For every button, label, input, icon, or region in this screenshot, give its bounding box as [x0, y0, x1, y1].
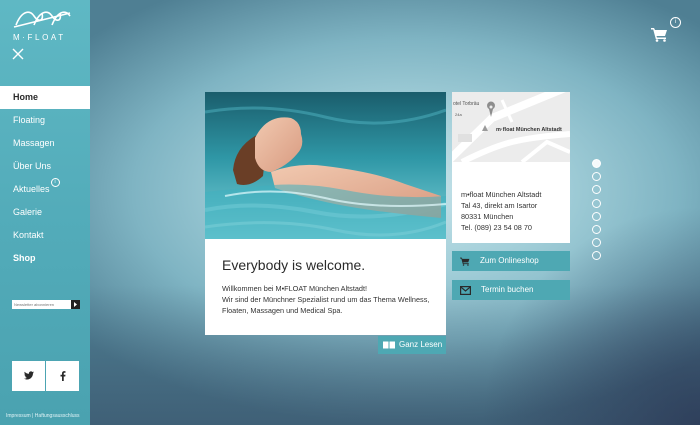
- footer-links[interactable]: Impressum | Haftungsausschluss: [6, 413, 80, 419]
- slider-dot[interactable]: [592, 224, 601, 234]
- slider-dot[interactable]: [592, 185, 601, 195]
- nav-item-kontakt[interactable]: Kontakt: [0, 224, 90, 247]
- welcome-title: Everybody is welcome.: [222, 257, 366, 273]
- nav-item-shop[interactable]: Shop: [0, 247, 90, 270]
- cart-icon: [460, 257, 470, 266]
- newsletter-submit-button[interactable]: [71, 300, 80, 309]
- facebook-button[interactable]: [46, 361, 79, 391]
- location-street: Tal 43, direkt am Isartor: [461, 201, 538, 210]
- map-pin-label: m·float München Altstadt: [496, 127, 562, 133]
- welcome-line-2: Wir sind der Münchner Spezialist rund um…: [222, 295, 430, 315]
- location-card: otel Torbräu 24a m·float München Altstad…: [452, 92, 570, 243]
- arrow-right-icon: [74, 302, 77, 307]
- nav-item-floating[interactable]: Floating: [0, 109, 90, 132]
- location-name: m•float München Altstadt: [461, 190, 542, 199]
- nav-item-ueber-uns[interactable]: Über Uns: [0, 155, 90, 178]
- slider-dot[interactable]: [592, 211, 601, 221]
- main-nav: Home Floating Massagen Über Uns Aktuelle…: [0, 86, 90, 270]
- info-icon: i: [50, 178, 60, 187]
- newsletter-input[interactable]: [12, 300, 71, 309]
- location-city: 80331 München: [461, 212, 514, 221]
- newsletter-form: [12, 300, 80, 309]
- read-more-label: Ganz Lesen: [399, 340, 443, 349]
- nav-item-home[interactable]: Home: [0, 86, 90, 109]
- map[interactable]: otel Torbräu 24a m·float München Altstad…: [452, 92, 570, 162]
- book-appointment-label: Termin buchen: [481, 285, 534, 294]
- map-street-label: otel Torbräu: [453, 101, 480, 107]
- welcome-text: Willkommen bei M•FLOAT München Altstadt!…: [222, 283, 438, 316]
- hero-image-woman-floating: [205, 92, 446, 239]
- close-icon[interactable]: [12, 48, 24, 60]
- nav-item-massagen[interactable]: Massagen: [0, 132, 90, 155]
- welcome-card: Everybody is welcome. Willkommen bei M•F…: [205, 92, 446, 335]
- welcome-line-1: Willkommen bei M•FLOAT München Altstadt!: [222, 284, 368, 293]
- cart-icon[interactable]: [651, 27, 668, 42]
- twitter-icon: [23, 371, 34, 380]
- slider-dot[interactable]: [592, 159, 601, 168]
- slider-dot[interactable]: [592, 198, 601, 208]
- slider-dot[interactable]: [592, 172, 601, 182]
- book-appointment-button[interactable]: Termin buchen: [452, 280, 570, 300]
- twitter-button[interactable]: [12, 361, 45, 391]
- slider-dot[interactable]: [592, 238, 601, 248]
- book-icon: [383, 341, 395, 349]
- address-block: m•float München Altstadt Tal 43, direkt …: [461, 189, 541, 233]
- nav-item-galerie[interactable]: Galerie: [0, 201, 90, 224]
- mfloat-logo-icon[interactable]: [12, 8, 74, 30]
- map-small-label: 24a: [455, 112, 462, 117]
- sidebar: M·FLOAT Home Floating Massagen Über Uns …: [0, 0, 90, 425]
- nav-item-aktuelles-label: Aktuelles: [13, 184, 50, 194]
- cart-info-icon[interactable]: i: [670, 17, 681, 28]
- slider-pagination: [592, 159, 601, 265]
- online-shop-label: Zum Onlineshop: [480, 256, 539, 265]
- slider-dot[interactable]: [592, 251, 601, 261]
- facebook-icon: [60, 371, 65, 381]
- online-shop-button[interactable]: Zum Onlineshop: [452, 251, 570, 271]
- nav-item-aktuelles[interactable]: Aktuellesi: [0, 178, 90, 201]
- brand-name: M·FLOAT: [13, 33, 66, 42]
- read-more-button[interactable]: Ganz Lesen: [378, 336, 446, 354]
- envelope-icon: [460, 285, 471, 295]
- location-phone[interactable]: Tel. (089) 23 54 08 70: [461, 222, 541, 233]
